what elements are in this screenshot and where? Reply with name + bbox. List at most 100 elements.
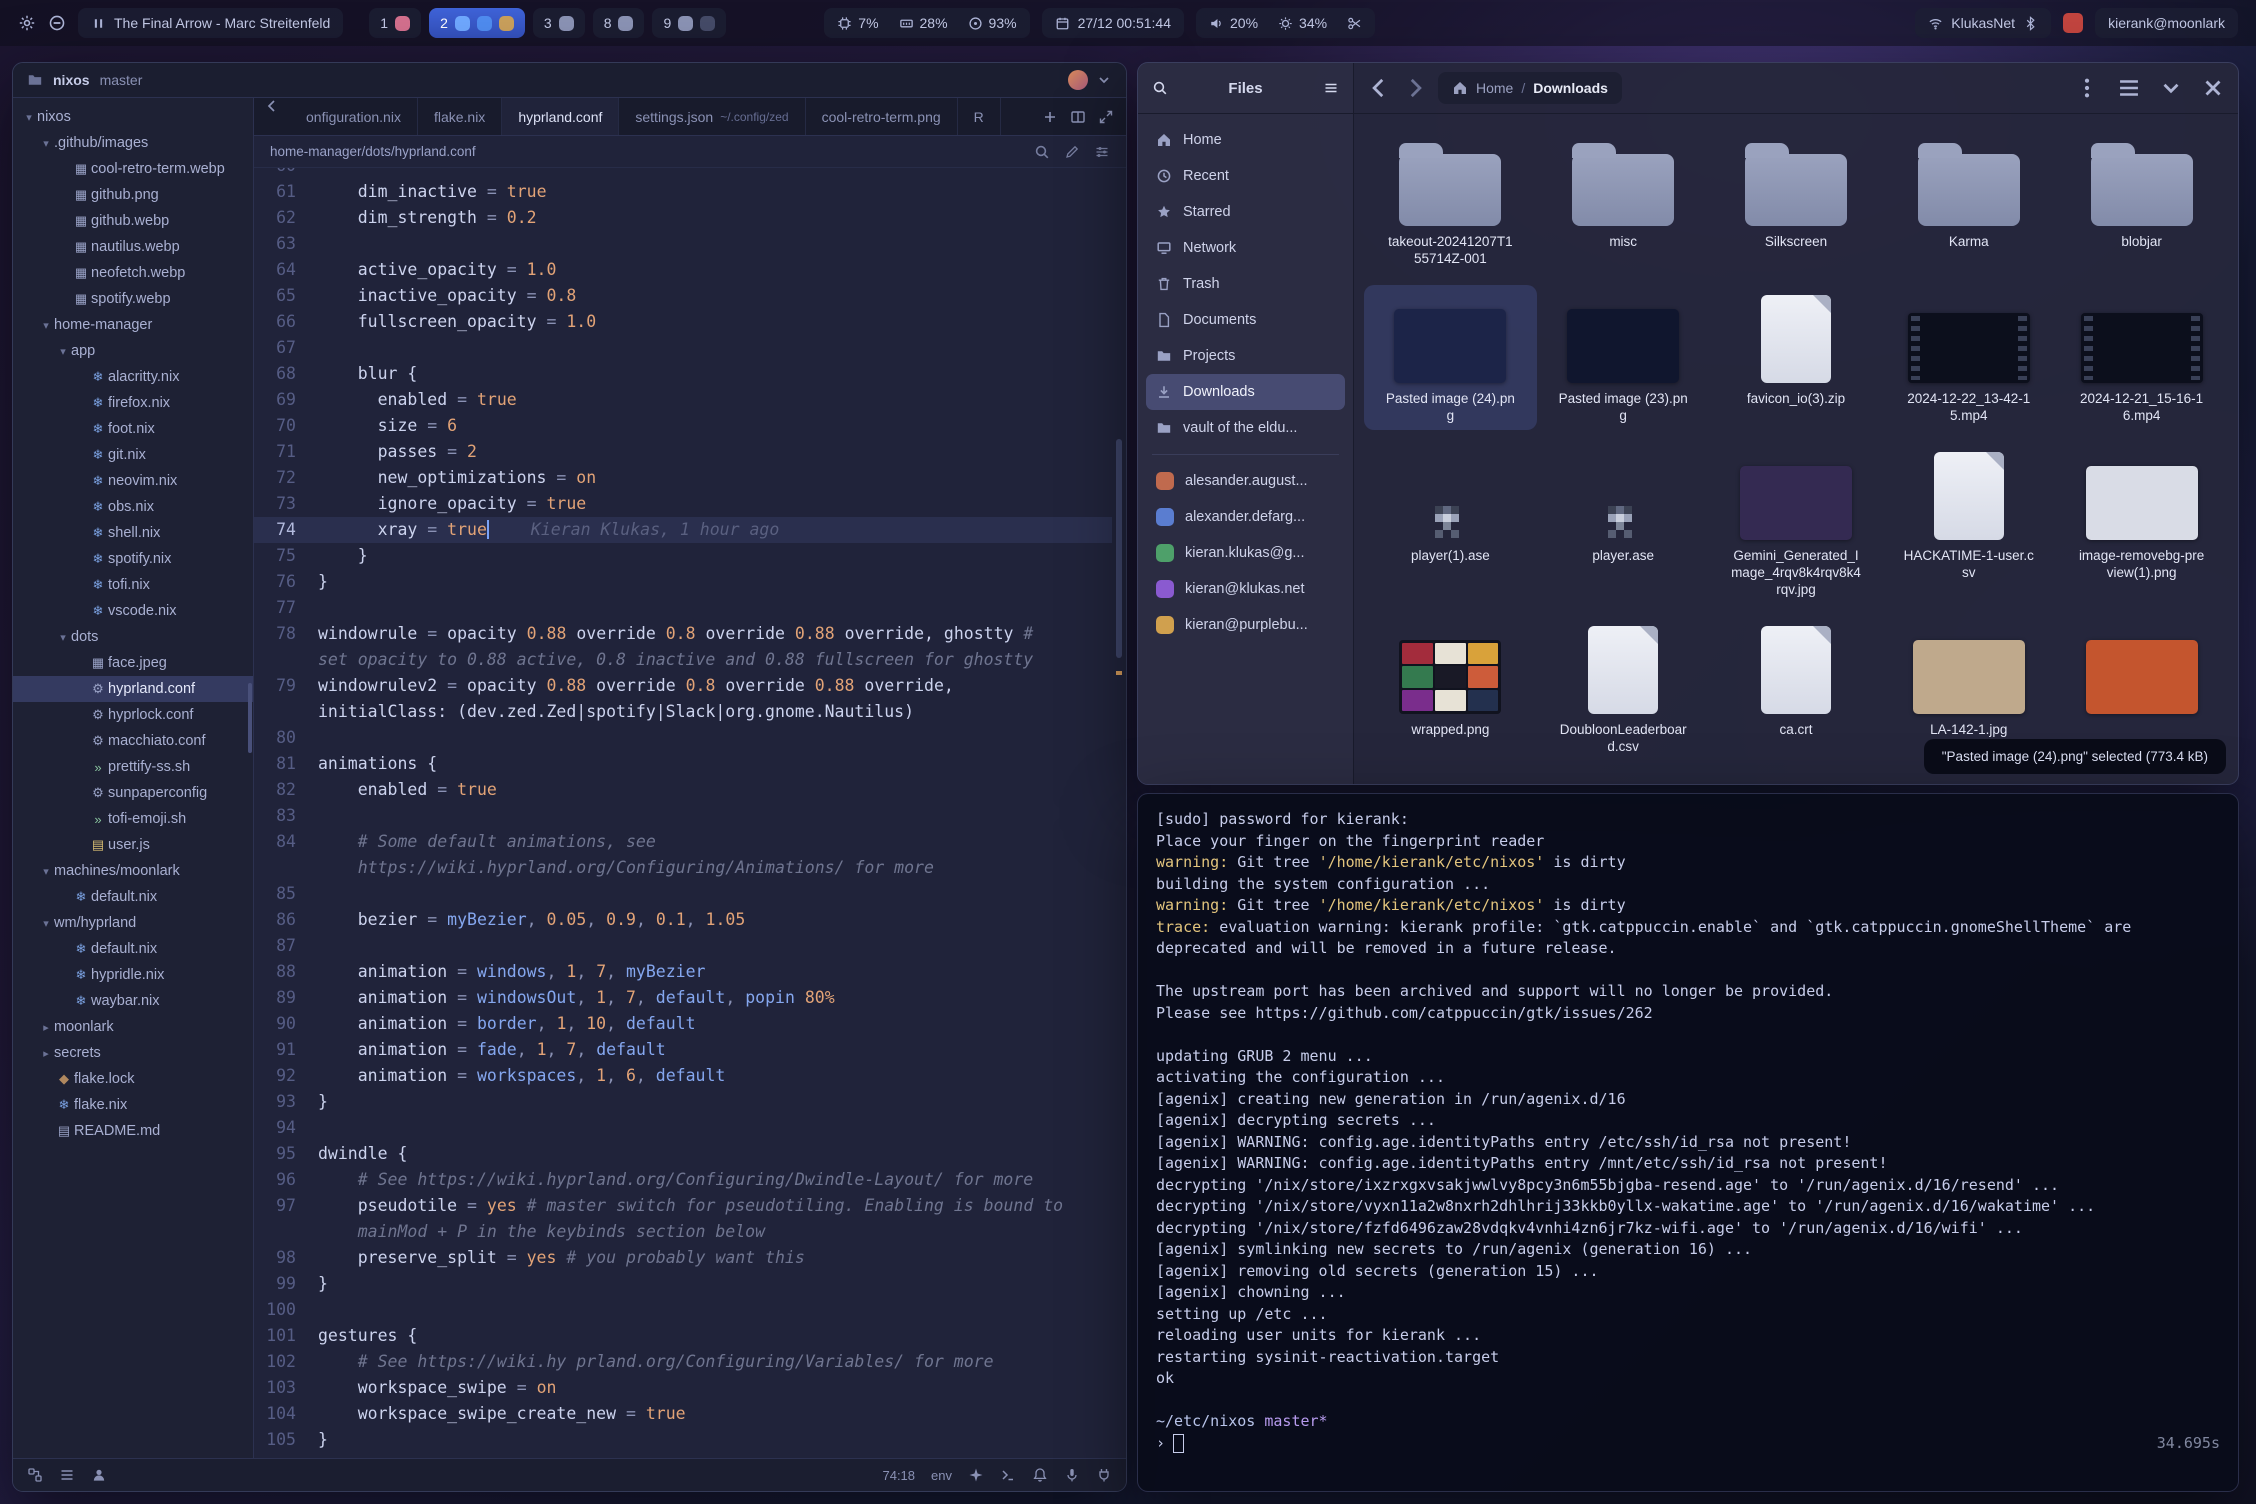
code-line[interactable]: 99} — [254, 1271, 1112, 1297]
tree-item-macchiato-conf[interactable]: ⚙macchiato.conf — [13, 728, 253, 754]
tree-item-default-nix[interactable]: ❄default.nix — [13, 884, 253, 910]
code-line[interactable]: 72 new_optimizations = on — [254, 465, 1112, 491]
code-line[interactable]: 78windowrule = opacity 0.88 override 0.8… — [254, 621, 1112, 647]
code-line[interactable]: set opacity to 0.88 active, 0.8 inactive… — [254, 647, 1112, 673]
file-item-favicon-io-3-zip[interactable]: favicon_io(3).zip — [1710, 285, 1883, 430]
tree-item-foot-nix[interactable]: ❄foot.nix — [13, 416, 253, 442]
sidebar-item-documents[interactable]: Documents — [1146, 302, 1345, 338]
breadcrumb[interactable]: home-manager/dots/hyprland.conf — [270, 144, 476, 159]
code-line[interactable]: 90 animation = border, 1, 10, default — [254, 1011, 1112, 1037]
sidebar-account-alexander-defarg[interactable]: alexander.defarg... — [1146, 499, 1345, 535]
mic-icon[interactable] — [1064, 1467, 1080, 1483]
collab-icon[interactable] — [91, 1467, 107, 1483]
tab-settings-json[interactable]: settings.json~/.config/zed — [619, 98, 805, 135]
file-item-image-removebg-preview-1-png[interactable]: image-removebg-preview(1).png — [2055, 442, 2228, 604]
sidebar-item-starred[interactable]: Starred — [1146, 194, 1345, 230]
network-indicator[interactable]: KlukasNet — [1915, 8, 2051, 38]
tree-item-dots[interactable]: ▾dots — [13, 624, 253, 650]
workspace-9[interactable]: 9 — [652, 8, 726, 38]
editor-controls-icon[interactable] — [1094, 144, 1110, 160]
buffer-search-icon[interactable] — [1034, 144, 1050, 160]
tab-flake-nix[interactable]: flake.nix — [418, 98, 502, 135]
code-line[interactable]: 94 — [254, 1115, 1112, 1141]
tree-item-github-images[interactable]: ▾.github/images — [13, 130, 253, 156]
tree-item-flake-nix[interactable]: ❄flake.nix — [13, 1092, 253, 1118]
file-item-wrapped-png[interactable]: wrapped.png — [1364, 616, 1537, 761]
tree-item-app[interactable]: ▾app — [13, 338, 253, 364]
wifi-icon[interactable] — [1928, 16, 1943, 31]
tree-item-hyprlock-conf[interactable]: ⚙hyprlock.conf — [13, 702, 253, 728]
extensions-icon[interactable] — [1096, 1467, 1112, 1483]
sidebar-item-downloads[interactable]: Downloads — [1146, 374, 1345, 410]
view-options-icon[interactable] — [2158, 75, 2184, 101]
tab-r[interactable]: R — [958, 98, 1001, 135]
tree-item-machines-moonlark[interactable]: ▾machines/moonlark — [13, 858, 253, 884]
tree-item-flake-lock[interactable]: ◆flake.lock — [13, 1066, 253, 1092]
tree-item-home-manager[interactable]: ▾home-manager — [13, 312, 253, 338]
code-line[interactable]: 91 animation = fade, 1, 7, default — [254, 1037, 1112, 1063]
code-line[interactable]: 106 — [254, 1453, 1112, 1458]
tab-hyprland-conf[interactable]: hyprland.conf — [502, 98, 619, 135]
tree-scrollbar[interactable] — [248, 683, 252, 753]
file-item-player-ase[interactable]: player.ase — [1537, 442, 1710, 604]
code-line[interactable]: 95dwindle { — [254, 1141, 1112, 1167]
more-menu-icon[interactable] — [2074, 75, 2100, 101]
project-diagram-icon[interactable] — [27, 1467, 43, 1483]
tab-onfiguration-nix[interactable]: onfiguration.nix — [290, 98, 418, 135]
tree-item-neofetch-webp[interactable]: ▦neofetch.webp — [13, 260, 253, 286]
split-pane-icon[interactable] — [1070, 109, 1086, 125]
tree-item-spotify-webp[interactable]: ▦spotify.webp — [13, 286, 253, 312]
sidebar-item-vault-of-the-eldu[interactable]: vault of the eldu... — [1146, 410, 1345, 446]
code-line[interactable]: 89 animation = windowsOut, 1, 7, default… — [254, 985, 1112, 1011]
sidebar-account-kieran-klukas-g[interactable]: kieran.klukas@g... — [1146, 535, 1345, 571]
code-line[interactable]: 67 — [254, 335, 1112, 361]
screenshot-icon[interactable] — [1347, 16, 1362, 31]
tree-item-nautilus-webp[interactable]: ▦nautilus.webp — [13, 234, 253, 260]
brightness-icon[interactable] — [1278, 16, 1293, 31]
code-line[interactable]: 102 # See https://wiki.hy prland.org/Con… — [254, 1349, 1112, 1375]
sidebar-item-projects[interactable]: Projects — [1146, 338, 1345, 374]
tree-item-secrets[interactable]: ▸secrets — [13, 1040, 253, 1066]
code-line[interactable]: 83 — [254, 803, 1112, 829]
tree-item-nixos[interactable]: ▾nixos — [13, 104, 253, 130]
tree-item-cool-retro-term-webp[interactable]: ▦cool-retro-term.webp — [13, 156, 253, 182]
tree-item-neovim-nix[interactable]: ❄neovim.nix — [13, 468, 253, 494]
code-line[interactable]: 100 — [254, 1297, 1112, 1323]
code-line[interactable]: 77 — [254, 595, 1112, 621]
workspace-2[interactable]: 2 — [429, 8, 525, 38]
file-item-hackatime-1-user-csv[interactable]: HACKATIME-1-user.csv — [1882, 442, 2055, 604]
sidebar-item-recent[interactable]: Recent — [1146, 158, 1345, 194]
sidebar-item-network[interactable]: Network — [1146, 230, 1345, 266]
sidebar-item-trash[interactable]: Trash — [1146, 266, 1345, 302]
file-item-player-1-ase[interactable]: player(1).ase — [1364, 442, 1537, 604]
media-player[interactable]: The Final Arrow - Marc Streitenfeld — [78, 8, 343, 38]
search-icon[interactable] — [1152, 80, 1168, 96]
code-line[interactable]: 75 } — [254, 543, 1112, 569]
tree-item-tofi-emoji-sh[interactable]: »tofi-emoji.sh — [13, 806, 253, 832]
editor[interactable]: 6061 dim_inactive = true62 dim_strength … — [254, 168, 1126, 1458]
volume-icon[interactable] — [1209, 16, 1224, 31]
code-line[interactable]: 103 workspace_swipe = on — [254, 1375, 1112, 1401]
code-line[interactable]: 105} — [254, 1427, 1112, 1453]
code-line[interactable]: 68 blur { — [254, 361, 1112, 387]
code-line[interactable]: 62 dim_strength = 0.2 — [254, 205, 1112, 231]
tree-item-moonlark[interactable]: ▸moonlark — [13, 1014, 253, 1040]
git-branch[interactable]: master — [100, 72, 143, 88]
sidebar-account-kieran-klukas-net[interactable]: kieran@klukas.net — [1146, 571, 1345, 607]
code-line[interactable]: 80 — [254, 725, 1112, 751]
file-item-misc[interactable]: misc — [1537, 128, 1710, 273]
code-line[interactable]: 73 ignore_opacity = true — [254, 491, 1112, 517]
code-line[interactable]: 85 — [254, 881, 1112, 907]
file-item-gemini-generated-image-4rqv8k4rqv8k4rqv-jpg[interactable]: Gemini_Generated_Image_4rqv8k4rqv8k4rqv.… — [1710, 442, 1883, 604]
tree-item-sunpaperconfig[interactable]: ⚙sunpaperconfig — [13, 780, 253, 806]
tree-item-git-nix[interactable]: ❄git.nix — [13, 442, 253, 468]
code-line[interactable]: https://wiki.hyprland.org/Configuring/An… — [254, 855, 1112, 881]
tree-item-wm-hyprland[interactable]: ▾wm/hyprland — [13, 910, 253, 936]
file-item-silkscreen[interactable]: Silkscreen — [1710, 128, 1883, 273]
file-item-karma[interactable]: Karma — [1882, 128, 2055, 273]
code-line[interactable]: 81animations { — [254, 751, 1112, 777]
sidebar-account-kieran-purplebu[interactable]: kieran@purplebu... — [1146, 607, 1345, 643]
file-item-ca-crt[interactable]: ca.crt — [1710, 616, 1883, 761]
code-line[interactable]: 98 preserve_split = yes # you probably w… — [254, 1245, 1112, 1271]
cursor-position[interactable]: 74:18 — [882, 1468, 915, 1483]
